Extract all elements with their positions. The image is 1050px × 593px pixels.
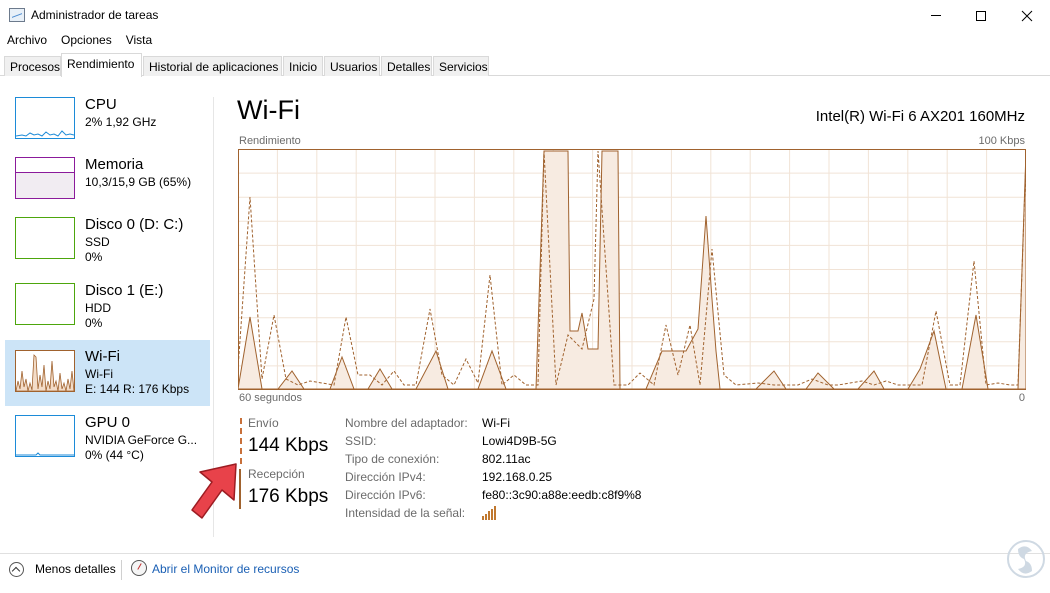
menu-bar: Archivo Opciones Vista (0, 31, 159, 51)
detail-label: Nombre del adaptador: (345, 416, 468, 430)
sidebar-item-label: GPU 0 (85, 414, 131, 431)
throughput-graph (238, 149, 1026, 390)
sidebar-item-label: Wi-Fi (85, 348, 120, 365)
sidebar-item-gpu-0[interactable]: GPU 0 NVIDIA GeForce G... 0% (44 °C) (5, 410, 210, 476)
fewer-details-button[interactable]: Menos detalles (35, 562, 116, 576)
sidebar-item-detail: Wi-Fi (85, 367, 113, 381)
memory-thumbnail (15, 157, 75, 199)
send-value: 144 Kbps (248, 435, 329, 456)
sidebar-item-detail: HDD (85, 301, 111, 315)
signal-bars-icon (482, 506, 498, 520)
sidebar-item-usage: 0% (85, 250, 103, 264)
send-label: Envío (248, 416, 279, 430)
detail-value: Lowi4D9B-5G (482, 434, 557, 448)
footer-bar: Menos detalles Abrir el Monitor de recur… (0, 553, 1050, 593)
sidebar-item-label: Disco 1 (E:) (85, 282, 164, 299)
minimize-button[interactable] (913, 0, 959, 31)
close-button[interactable] (1004, 0, 1050, 31)
red-arrow-icon (191, 463, 237, 519)
disk-1-thumbnail (15, 283, 75, 325)
detail-value: fe80::3c90:a88e:eedb:c8f9%8 (482, 488, 642, 502)
sidebar-item-disk-0[interactable]: Disco 0 (D: C:) SSD 0% (5, 212, 210, 278)
open-resource-monitor-link[interactable]: Abrir el Monitor de recursos (152, 562, 299, 576)
sidebar-item-detail: 2% 1,92 GHz (85, 115, 157, 129)
sidebar-item-label: Memoria (85, 156, 144, 173)
receive-value: 176 Kbps (248, 486, 329, 507)
detail-label: Dirección IPv6: (345, 488, 426, 502)
detail-label: Dirección IPv4: (345, 470, 426, 484)
sidebar-item-usage: E: 144 R: 176 Kbps (85, 382, 190, 396)
tab-procesos[interactable]: Procesos (4, 56, 61, 76)
sidebar-item-label: Disco 0 (D: C:) (85, 216, 184, 233)
detail-value: 192.168.0.25 (482, 470, 553, 484)
resource-sidebar: CPU 2% 1,92 GHz Memoria 10,3/15,9 GB (65… (0, 77, 212, 547)
graph-title: Rendimiento (239, 135, 301, 147)
adapter-model: Intel(R) Wi-Fi 6 AX201 160MHz (815, 108, 1025, 125)
tab-servicios[interactable]: Servicios (433, 56, 489, 76)
footer-separator (121, 560, 122, 580)
detail-value: Wi-Fi (482, 416, 510, 430)
cpu-thumbnail (15, 97, 75, 139)
menu-vista[interactable]: Vista (119, 31, 159, 51)
tab-rendimiento[interactable]: Rendimiento (61, 53, 142, 77)
menu-archivo[interactable]: Archivo (0, 31, 54, 51)
sidebar-item-label: CPU (85, 96, 117, 113)
close-icon (1021, 10, 1033, 21)
tab-usuarios[interactable]: Usuarios (324, 56, 380, 76)
maximize-button[interactable] (958, 0, 1004, 31)
send-legend-line (240, 418, 242, 464)
menu-opciones[interactable]: Opciones (54, 31, 119, 51)
title-bar[interactable]: Administrador de tareas (0, 0, 1050, 31)
graph-time-label: 60 segundos (239, 392, 302, 404)
sidebar-item-cpu[interactable]: CPU 2% 1,92 GHz (5, 92, 210, 158)
detail-label: SSID: (345, 434, 377, 448)
sidebar-item-detail: SSD (85, 235, 110, 249)
wifi-thumbnail (15, 350, 75, 392)
sidebar-item-disk-1[interactable]: Disco 1 (E:) HDD 0% (5, 278, 210, 344)
graph-max-label: 100 Kbps (978, 135, 1025, 147)
graph-min-label: 0 (1018, 392, 1025, 404)
detail-label: Intensidad de la señal: (345, 506, 466, 520)
window-title: Administrador de tareas (31, 8, 159, 22)
maximize-icon (976, 10, 986, 21)
gpu-thumbnail (15, 415, 75, 457)
sidebar-item-usage: 0% (85, 316, 103, 330)
sidebar-item-memory[interactable]: Memoria 10,3/15,9 GB (65%) (5, 152, 210, 218)
task-manager-icon (9, 8, 25, 22)
tab-bar: Procesos Rendimiento Historial de aplica… (0, 53, 1050, 77)
chevron-up-icon[interactable] (9, 562, 24, 577)
sidebar-item-usage: 0% (44 °C) (85, 448, 144, 462)
tab-inicio[interactable]: Inicio (283, 56, 323, 76)
page-title: Wi-Fi (237, 95, 300, 125)
disk-0-thumbnail (15, 217, 75, 259)
receive-label: Recepción (248, 467, 305, 481)
detail-label: Tipo de conexión: (345, 452, 440, 466)
sidebar-item-detail: NVIDIA GeForce G... (85, 433, 198, 447)
minimize-icon (931, 15, 941, 16)
detail-value: 802.11ac (482, 452, 531, 466)
watermark-logo-icon (1007, 540, 1045, 578)
tab-detalles[interactable]: Detalles (381, 56, 432, 76)
sidebar-item-wifi[interactable]: Wi-Fi Wi-Fi E: 144 R: 176 Kbps (5, 340, 210, 406)
sidebar-item-detail: 10,3/15,9 GB (65%) (85, 175, 192, 189)
tab-historial[interactable]: Historial de aplicaciones (143, 56, 282, 76)
resource-monitor-icon[interactable] (131, 560, 147, 576)
